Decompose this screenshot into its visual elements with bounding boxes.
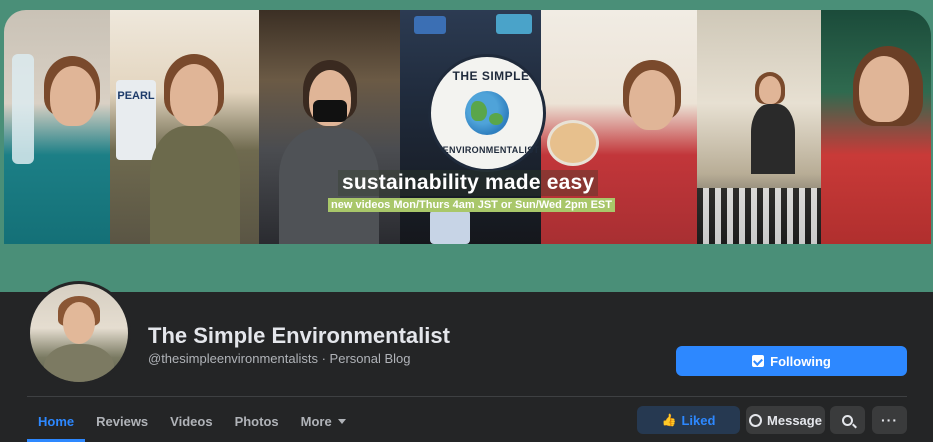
caret-down-icon (337, 418, 346, 424)
avatar[interactable] (30, 284, 128, 382)
food-bowl-icon (547, 120, 599, 166)
tab-more[interactable]: More (290, 403, 357, 439)
cover-panel-6 (697, 10, 821, 244)
cover-photo-area[interactable]: PEARL THE SIMPLE ENVIRONMENTALIST sustai… (0, 0, 933, 292)
globe-icon (465, 91, 509, 135)
message-label: Message (767, 412, 822, 428)
avatar-face (63, 302, 95, 344)
cover-photo[interactable]: PEARL THE SIMPLE ENVIRONMENTALIST sustai… (4, 10, 931, 244)
cover-panel-2: PEARL (110, 10, 259, 244)
more-dots-icon: ··· (881, 412, 898, 428)
message-button[interactable]: Message (746, 406, 825, 434)
snack-package-icon (496, 14, 532, 34)
avatar-body (44, 344, 114, 382)
tab-label: Reviews (96, 413, 149, 429)
snack-package-icon (430, 210, 470, 244)
page-title: The Simple Environmentalist (148, 323, 450, 348)
page-handle: @thesimpleenvironmentalists · Personal B… (148, 351, 411, 366)
cover-person-face (859, 56, 909, 122)
page-tabs: Home Reviews Videos Photos More (27, 403, 357, 442)
badge-top-text: THE SIMPLE (452, 69, 530, 83)
brand-logo-badge: THE SIMPLE ENVIRONMENTALIST (428, 54, 546, 172)
messenger-icon (749, 413, 763, 427)
following-button[interactable]: Following (676, 346, 907, 376)
profile-picture[interactable] (27, 281, 131, 385)
thumbs-up-icon: 👍 (661, 413, 677, 427)
striped-rug (697, 188, 821, 244)
tab-label: Home (38, 413, 75, 429)
cover-tagline: sustainability made easy (338, 170, 599, 196)
cover-schedule-text: new videos Mon/Thurs 4am JST or Sun/Wed … (328, 198, 615, 212)
cover-person-face (629, 70, 675, 130)
tab-videos[interactable]: Videos (159, 403, 223, 439)
cover-person-shirt (751, 104, 795, 174)
liked-label: Liked (681, 412, 716, 428)
snack-package-icon (414, 16, 446, 34)
cover-panel-1 (4, 10, 110, 244)
water-bottle-icon (12, 54, 34, 164)
tab-label: More (300, 413, 332, 429)
following-label: Following (770, 353, 831, 369)
cover-person-face (50, 66, 96, 126)
check-square-icon (752, 355, 765, 367)
divider (27, 396, 907, 397)
liked-button[interactable]: 👍 Liked (637, 406, 740, 434)
cover-person-face (759, 76, 781, 104)
cover-person-face (170, 64, 218, 126)
search-icon (842, 414, 853, 426)
tab-home[interactable]: Home (27, 403, 86, 442)
cover-product-label: PEARL (116, 80, 156, 160)
cover-person-shirt (150, 126, 240, 244)
tab-label: Photos (234, 413, 279, 429)
tab-label: Videos (170, 413, 213, 429)
cover-panel-7 (821, 10, 931, 244)
tab-photos[interactable]: Photos (224, 403, 290, 439)
badge-bottom-text: ENVIRONMENTALIST (442, 145, 540, 155)
face-mask-icon (313, 100, 347, 122)
tab-reviews[interactable]: Reviews (85, 403, 159, 439)
more-options-button[interactable]: ··· (872, 406, 907, 434)
search-button[interactable] (830, 406, 865, 434)
